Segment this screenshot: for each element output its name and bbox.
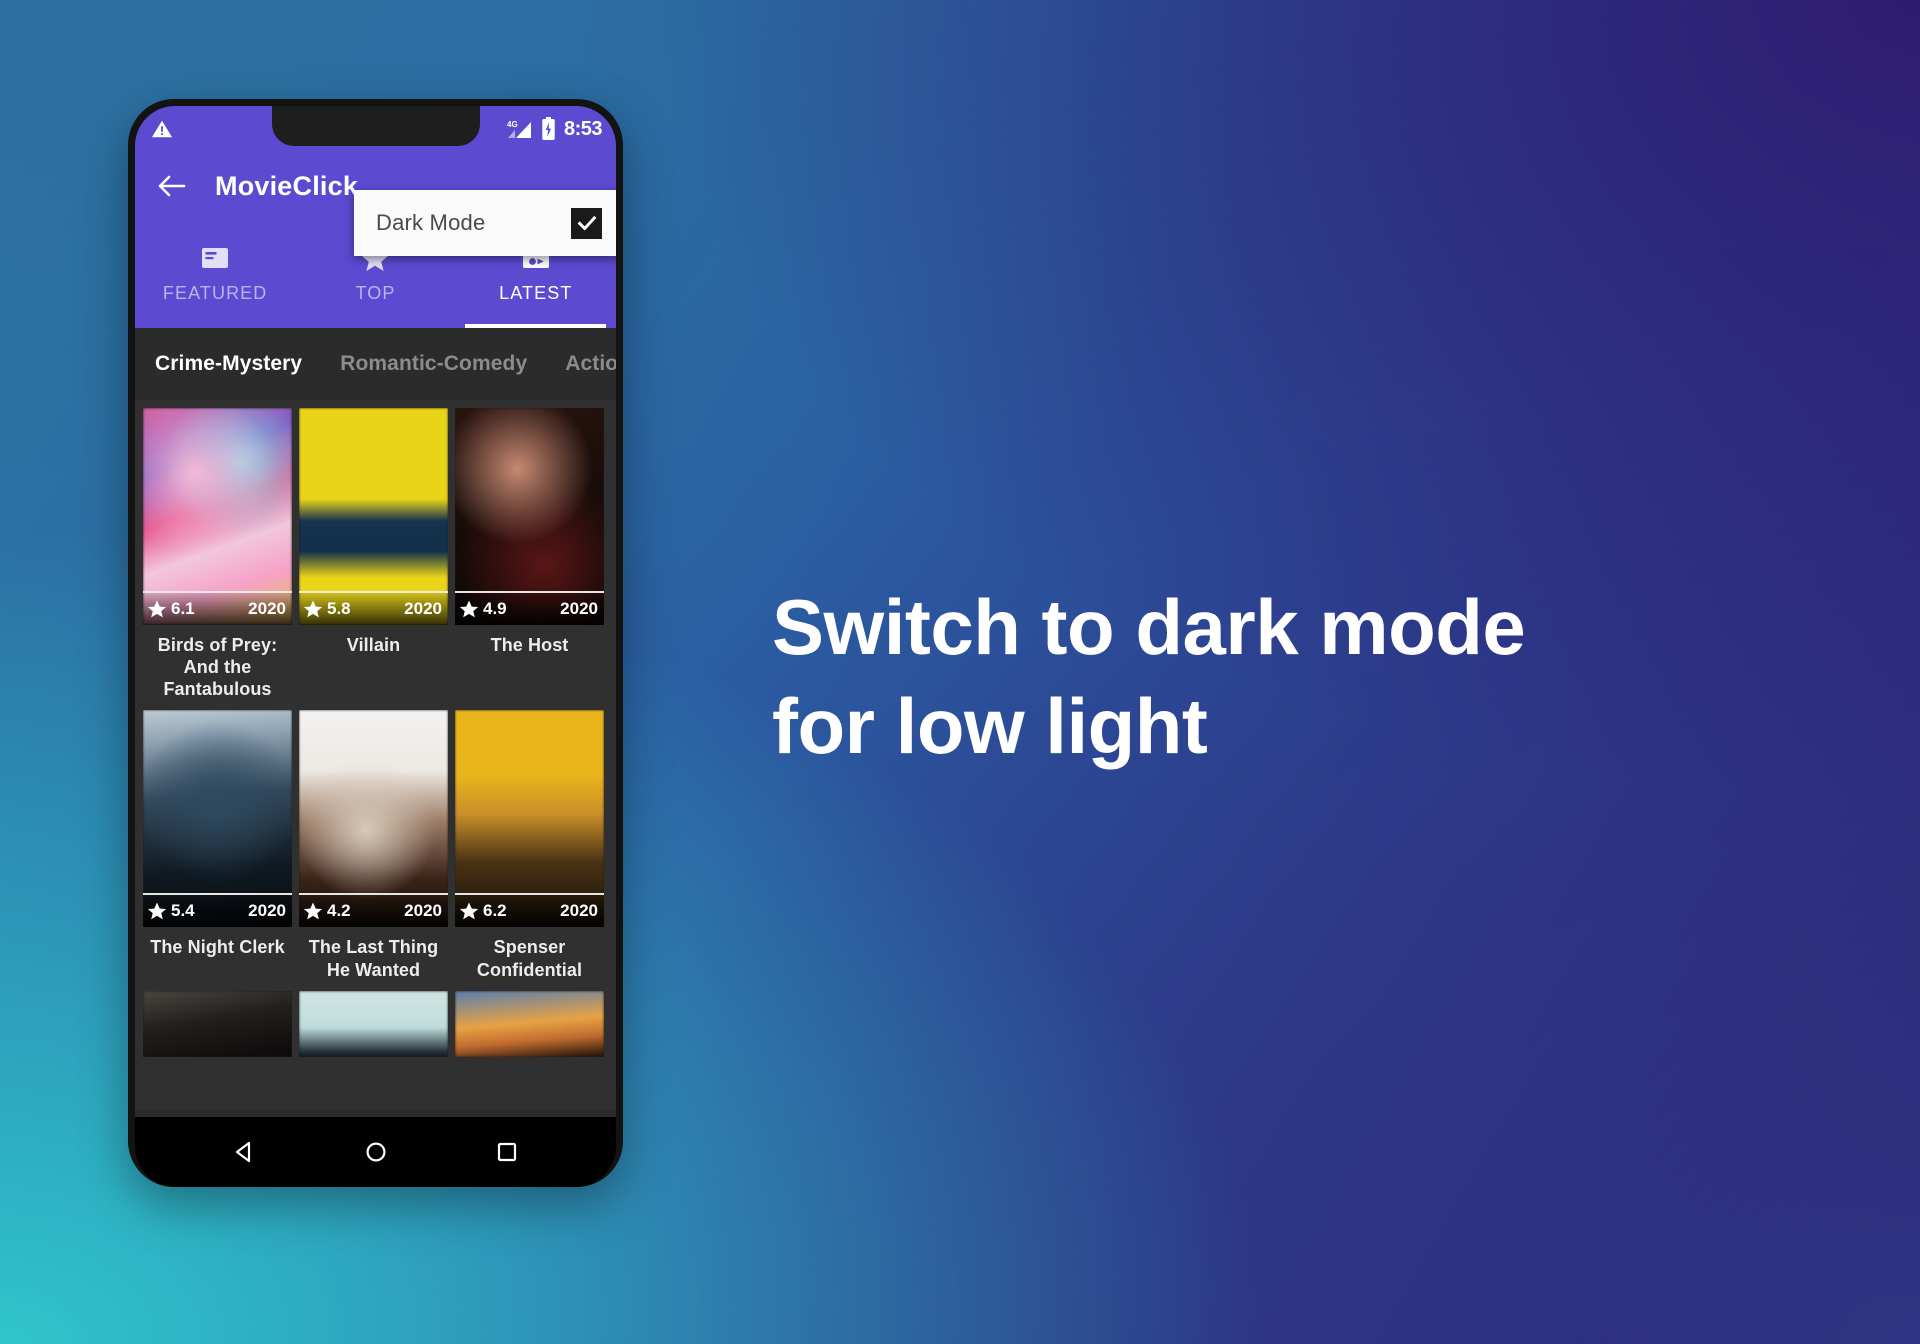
movie-title: Spenser Confidential <box>476 937 583 980</box>
poster-meta-strip: 5.4 2020 <box>143 893 292 928</box>
svg-text:4G: 4G <box>507 120 518 129</box>
movie-card[interactable]: 4.9 2020 The Host <box>455 408 604 701</box>
movie-card[interactable] <box>143 990 292 1057</box>
movie-grid-row: 5.4 2020 The Night Clerk 4.2 2020 The La… <box>135 710 616 981</box>
movie-card[interactable] <box>455 990 604 1057</box>
star-icon <box>303 600 323 618</box>
movie-card[interactable] <box>299 990 448 1057</box>
movie-card[interactable]: 6.2 2020 Spenser Confidential <box>455 710 604 981</box>
poster-artwork <box>299 990 448 1057</box>
tab-latest-label: LATEST <box>499 283 573 303</box>
home-circle-icon[interactable] <box>363 1139 389 1165</box>
star-icon <box>459 600 479 618</box>
movie-grid-row: 6.1 2020 Birds of Prey: And the Fantabul… <box>135 408 616 701</box>
star-icon <box>459 902 479 920</box>
rating-badge: 5.8 <box>303 599 351 619</box>
poster-artwork <box>143 990 292 1057</box>
status-clock: 8:53 <box>563 117 603 140</box>
tab-featured-label: FEATURED <box>162 283 268 303</box>
poster-meta-strip: 6.2 2020 <box>455 893 604 928</box>
headline: Switch to dark mode for low light <box>772 578 1832 776</box>
release-year: 2020 <box>560 599 598 618</box>
poster-meta-strip: 5.8 2020 <box>299 591 448 625</box>
release-year: 2020 <box>248 901 286 921</box>
movie-grid-row <box>135 990 616 1057</box>
movie-poster[interactable]: 5.4 2020 <box>143 710 292 928</box>
dark-mode-checkbox[interactable] <box>571 207 602 239</box>
rating-value: 4.2 <box>327 901 351 921</box>
tab-featured[interactable]: FEATURED <box>135 220 295 328</box>
star-icon <box>303 902 323 920</box>
movie-poster[interactable]: 6.1 2020 <box>143 408 292 625</box>
back-arrow-icon[interactable] <box>157 173 187 199</box>
star-icon <box>147 600 167 618</box>
display-notch <box>271 106 480 146</box>
rating-badge: 4.9 <box>459 599 507 619</box>
status-bar: 4G 8:53 <box>135 106 616 152</box>
rating-badge: 4.2 <box>303 901 351 921</box>
genre-tab-romantic-comedy[interactable]: Romantic-Comedy <box>340 352 527 376</box>
movie-card[interactable]: 5.4 2020 The Night Clerk <box>143 710 292 981</box>
back-triangle-icon[interactable] <box>232 1139 258 1165</box>
movie-title: Villain <box>346 635 401 655</box>
dark-mode-label: Dark Mode <box>376 210 486 235</box>
movie-grid[interactable]: 6.1 2020 Birds of Prey: And the Fantabul… <box>135 400 616 1110</box>
release-year: 2020 <box>560 901 598 921</box>
checkmark-icon <box>577 215 596 231</box>
movie-poster[interactable]: 4.9 2020 <box>455 408 604 625</box>
rating-value: 5.8 <box>327 599 351 618</box>
dark-mode-popup-menu[interactable]: Dark Mode <box>354 190 616 256</box>
poster-meta-strip: 4.9 2020 <box>455 591 604 625</box>
genre-tab-action[interactable]: Action- <box>565 352 616 376</box>
rating-badge: 5.4 <box>147 901 195 921</box>
recents-square-icon[interactable] <box>494 1139 520 1165</box>
release-year: 2020 <box>248 599 286 618</box>
poster-artwork <box>455 990 604 1057</box>
rating-value: 6.1 <box>171 599 195 618</box>
movie-card[interactable]: 5.8 2020 Villain <box>299 408 448 701</box>
rating-badge: 6.2 <box>459 901 507 921</box>
movie-card[interactable]: 4.2 2020 The Last Thing He Wanted <box>299 710 448 981</box>
genre-tab-bar[interactable]: Crime-Mystery Romantic-Comedy Action- <box>135 328 616 400</box>
android-nav-bar <box>135 1117 616 1187</box>
star-icon <box>147 902 167 920</box>
release-year: 2020 <box>404 599 442 618</box>
movie-poster[interactable]: 4.2 2020 <box>299 710 448 928</box>
genre-tab-crime-mystery[interactable]: Crime-Mystery <box>155 352 302 376</box>
release-year: 2020 <box>404 901 442 921</box>
battery-icon <box>541 117 556 141</box>
phone-screen: 4G 8:53 MovieClick Dark Mode FEATURED TO… <box>135 106 616 1187</box>
article-icon <box>200 244 230 272</box>
movie-card[interactable]: 6.1 2020 Birds of Prey: And the Fantabul… <box>143 408 292 701</box>
app-bar: MovieClick Dark Mode <box>135 152 616 256</box>
poster-meta-strip: 4.2 2020 <box>299 893 448 928</box>
movie-title: The Night Clerk <box>150 937 285 958</box>
movie-title: Birds of Prey: And the Fantabulous <box>157 635 278 700</box>
warning-triangle-icon <box>151 118 173 140</box>
movie-poster[interactable]: 5.8 2020 <box>299 408 448 625</box>
rating-value: 5.4 <box>171 901 195 921</box>
movie-poster[interactable]: 6.2 2020 <box>455 710 604 928</box>
signal-bars-icon: 4G <box>507 119 533 139</box>
movie-poster[interactable] <box>143 990 292 1057</box>
movie-poster[interactable] <box>455 990 604 1057</box>
app-title: MovieClick <box>215 170 359 201</box>
movie-title: The Last Thing He Wanted <box>308 937 439 980</box>
movie-title: The Host <box>490 635 569 655</box>
poster-meta-strip: 6.1 2020 <box>143 591 292 625</box>
movie-poster[interactable] <box>299 990 448 1057</box>
rating-badge: 6.1 <box>147 599 195 619</box>
tab-top-label: TOP <box>355 283 396 303</box>
headline-line-2: for low light <box>772 682 1208 771</box>
phone-mockup: 4G 8:53 MovieClick Dark Mode FEATURED TO… <box>128 99 623 1187</box>
rating-value: 4.9 <box>483 599 507 618</box>
rating-value: 6.2 <box>483 901 507 921</box>
headline-line-1: Switch to dark mode <box>772 583 1526 671</box>
